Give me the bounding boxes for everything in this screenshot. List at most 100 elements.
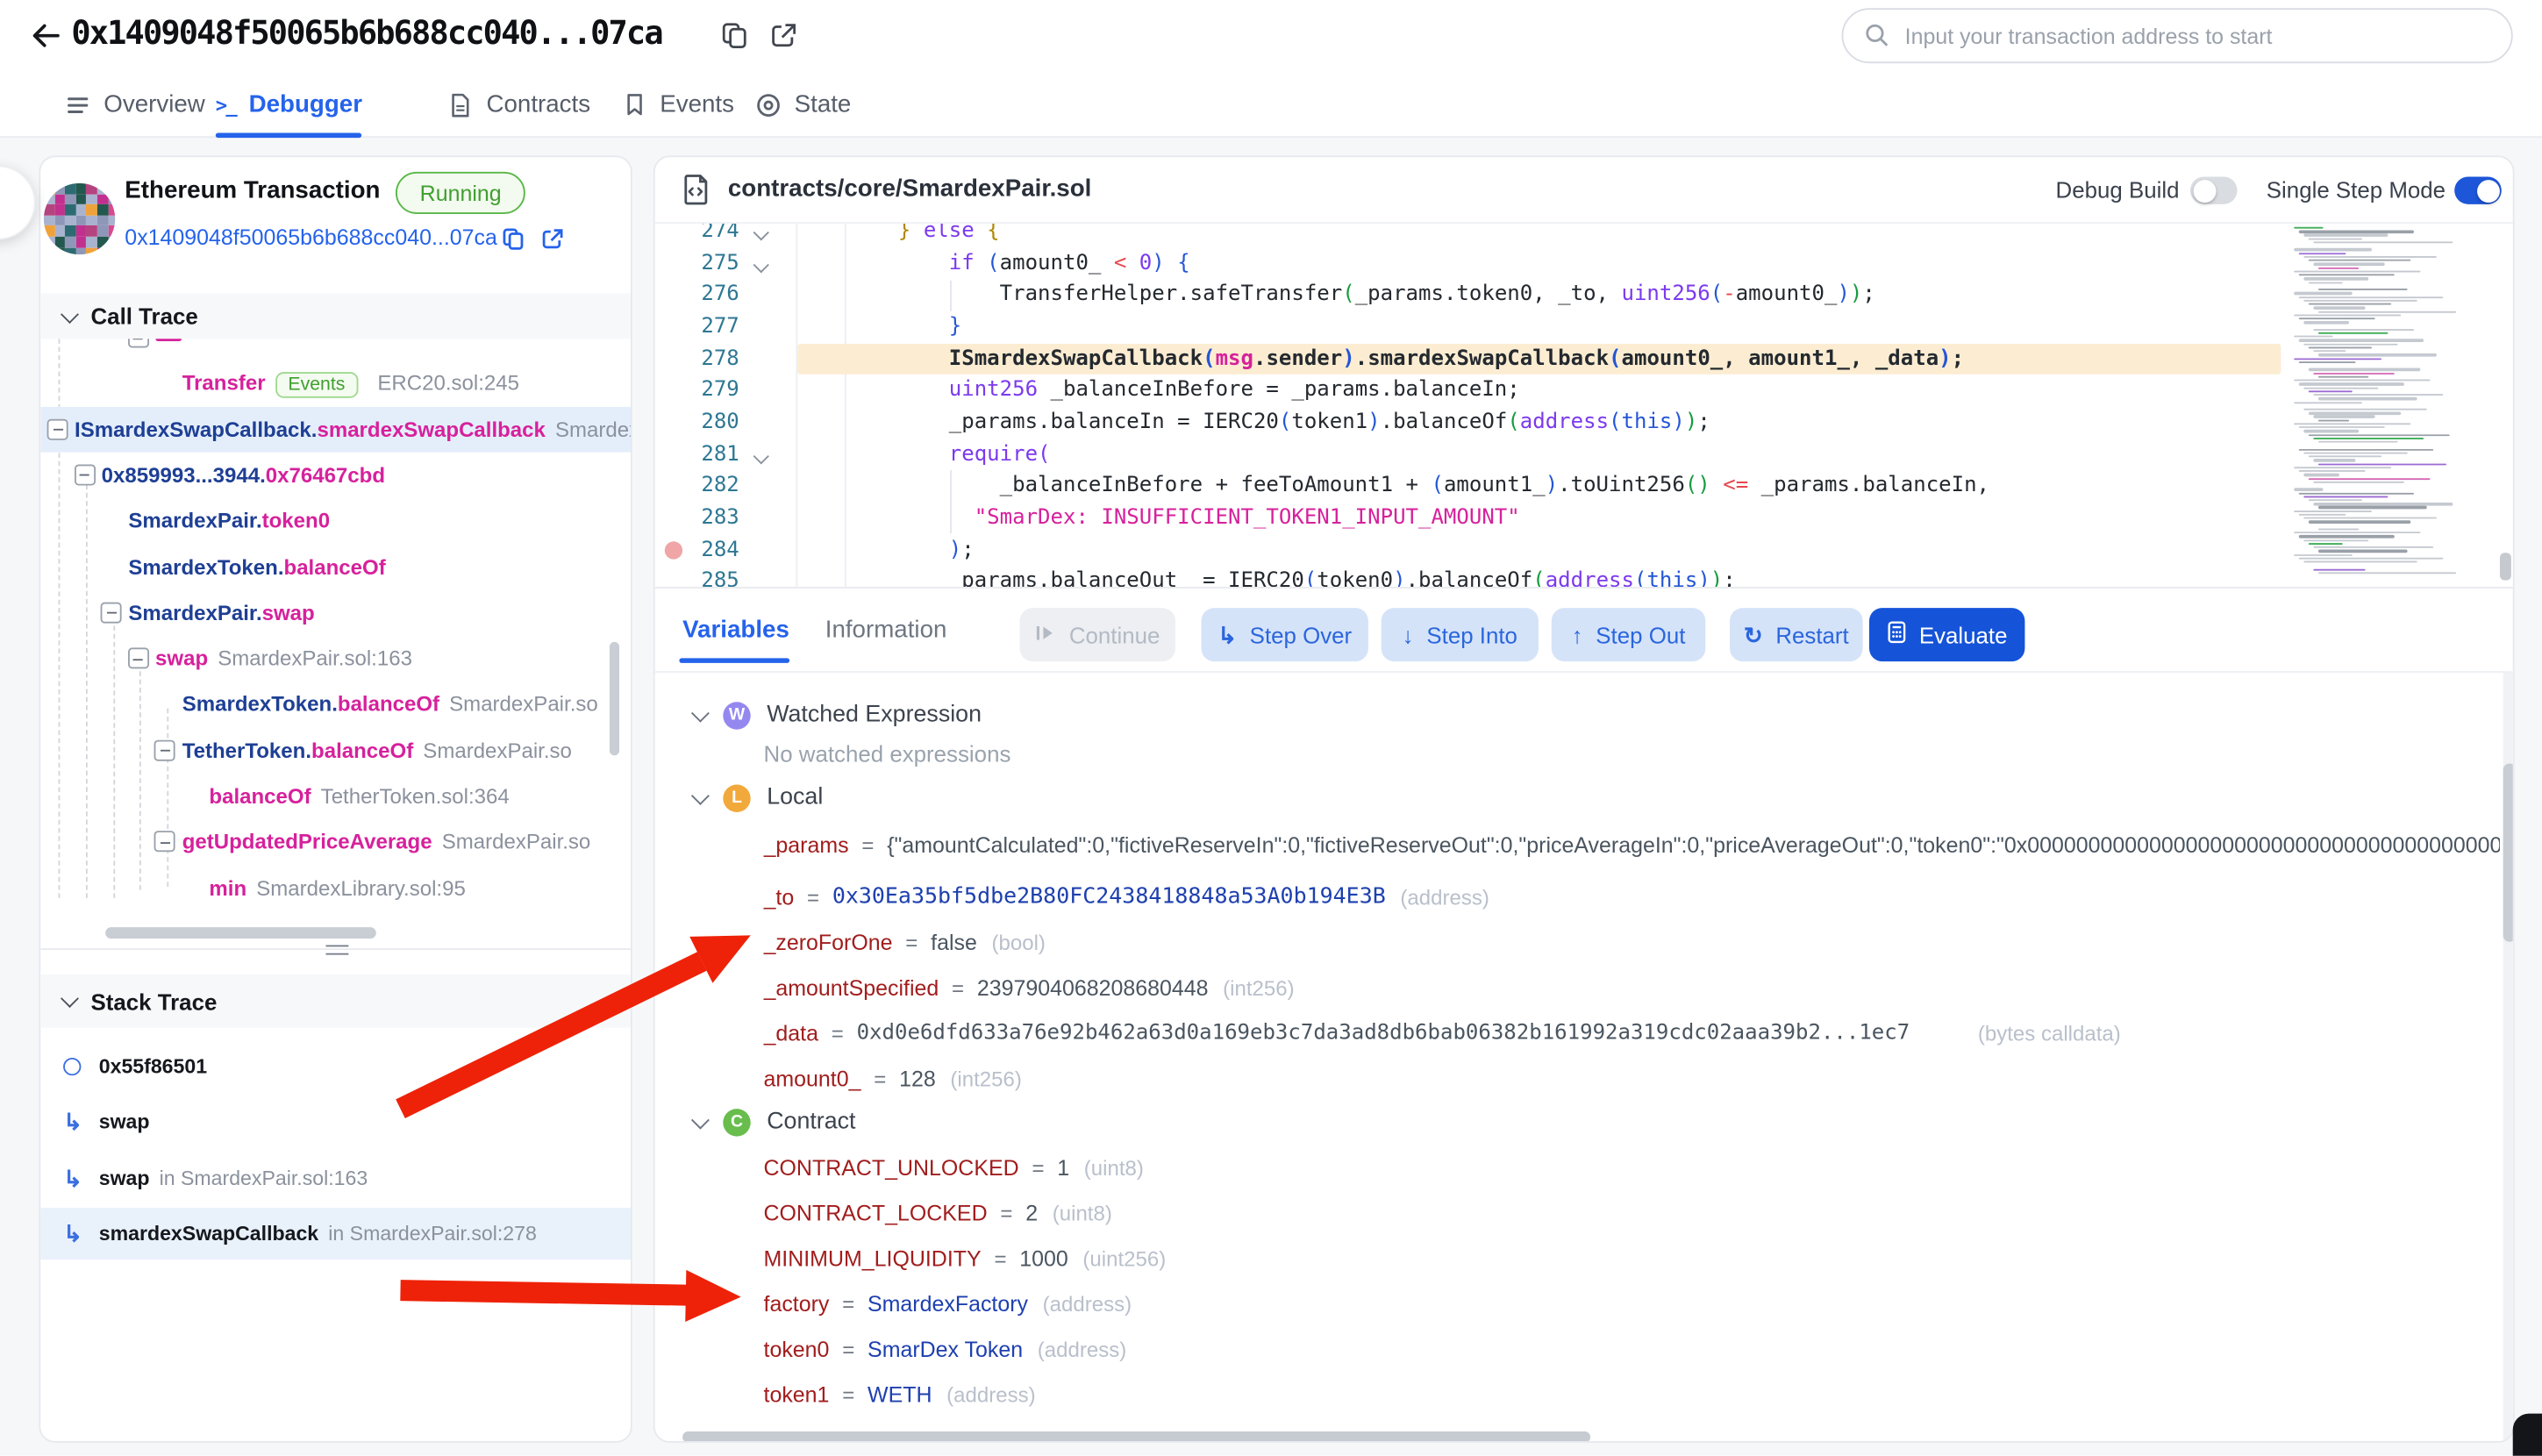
evaluate-button[interactable]: Evaluate	[1869, 608, 2024, 661]
search-box[interactable]	[1842, 8, 2513, 63]
step-out-button[interactable]: ↑Step Out	[1552, 608, 1706, 661]
line-number[interactable]: 274	[661, 224, 739, 247]
step-into-button[interactable]: ↓Step Into	[1382, 608, 1539, 661]
call-trace-header[interactable]: Call Trace	[40, 294, 632, 339]
call-trace-text: swapSmardexPair.sol:163	[155, 646, 412, 671]
call-trace-row[interactable]: SmardexPair.token0	[40, 498, 632, 544]
back-arrow-icon[interactable]	[27, 18, 63, 54]
call-trace-row[interactable]: SmardexPair.swap	[40, 589, 632, 635]
search-input[interactable]	[1905, 24, 2490, 48]
vertical-scrollbar-thumb[interactable]	[2503, 764, 2515, 942]
breakpoint-icon[interactable]	[665, 541, 682, 559]
code-line: 283 "SmarDex: INSUFFICIENT_TOKEN1_INPUT_…	[655, 503, 2281, 534]
tab-overview[interactable]: Overview	[65, 73, 205, 136]
frame-name: smardexSwapCallback	[99, 1223, 318, 1245]
tab-events[interactable]: Events	[623, 73, 734, 136]
horizontal-scrollbar-thumb[interactable]	[682, 1431, 1590, 1443]
corner-widget[interactable]	[2513, 1414, 2542, 1456]
step-over-button[interactable]: ↳Step Over	[1202, 608, 1368, 661]
variable-value: 128	[899, 1066, 936, 1090]
line-number[interactable]: 283	[661, 503, 739, 534]
tab-debugger[interactable]: >_Debugger	[216, 73, 362, 136]
document-icon	[447, 91, 474, 118]
copy-icon[interactable]	[720, 21, 749, 50]
collapse-expander-icon[interactable]	[74, 464, 95, 485]
code-line: 281 require(	[655, 439, 2281, 470]
menu-icon	[65, 91, 91, 118]
call-trace-row[interactable]: swapSmardexPair.sol:163	[40, 636, 632, 682]
line-number[interactable]: 280	[661, 407, 739, 439]
line-number[interactable]: 282	[661, 470, 739, 502]
target-icon	[755, 91, 782, 118]
line-number[interactable]: 279	[661, 375, 739, 407]
debug-build-label: Debug Build	[2056, 176, 2180, 203]
restart-button[interactable]: ↻Restart	[1730, 608, 1863, 661]
vertical-scrollbar-thumb[interactable]	[610, 642, 619, 755]
variable-row-_params[interactable]: _params={"amountCalculated":0,"fictiveRe…	[764, 825, 2500, 864]
step-out-icon: ↑	[1572, 622, 1583, 648]
single-step-mode-toggle[interactable]	[2454, 176, 2502, 203]
call-trace-row[interactable]: SmardexToken.balanceOfSmardexPair.so	[40, 682, 632, 727]
tab-contracts[interactable]: Contracts	[447, 73, 590, 136]
stack-frame-row[interactable]: ↳smardexSwapCallbackin SmardexPair.sol:2…	[40, 1208, 632, 1260]
tab-state[interactable]: State	[755, 73, 851, 136]
line-number[interactable]: 278	[661, 343, 739, 375]
call-trace-row[interactable]: balanceOfTetherToken.sol:364	[40, 774, 632, 819]
call-trace-row[interactable]: getUpdatedPriceAverageSmardexPair.so	[40, 819, 632, 865]
variables-section-w[interactable]: WWatched Expression	[694, 694, 982, 736]
collapse-expander-icon[interactable]	[154, 831, 175, 853]
fold-chevron-icon[interactable]	[753, 225, 769, 240]
call-trace-tree: TransferEventsERC20.sol:245ISmardexSwapC…	[40, 339, 632, 925]
collapse-expander-icon[interactable]	[47, 418, 68, 439]
variables-section-contract[interactable]: CContract	[694, 1101, 855, 1143]
line-number[interactable]: 277	[661, 311, 739, 343]
toolbar-divider	[655, 587, 2515, 589]
tab-information[interactable]: Information	[825, 616, 947, 643]
equals-sign: =	[1000, 1201, 1012, 1225]
app-root: 0x1409048f50065b6b688cc040...07ca Overvi…	[0, 0, 2542, 1456]
line-number[interactable]: 276	[661, 280, 739, 311]
stack-trace-header[interactable]: Stack Trace	[40, 974, 632, 1028]
stack-frame-row[interactable]: ↳swapin SmardexPair.sol:163	[40, 1153, 632, 1204]
collapse-expander-icon[interactable]	[128, 648, 149, 669]
line-number[interactable]: 285	[661, 566, 739, 587]
call-trace-row[interactable]	[40, 339, 632, 360]
debug-build-toggle[interactable]	[2190, 176, 2238, 203]
call-trace-row[interactable]: TransferEventsERC20.sol:245	[40, 360, 632, 406]
fold-chevron-icon[interactable]	[753, 447, 769, 463]
copy-icon[interactable]	[501, 227, 525, 252]
line-number[interactable]: 281	[661, 439, 739, 470]
resize-handle[interactable]	[325, 946, 348, 955]
frame-circle-icon	[63, 1058, 81, 1075]
code-scrollbar-thumb[interactable]	[2500, 553, 2511, 580]
fold-chevron-icon[interactable]	[753, 257, 769, 273]
section-title: Stack Trace	[90, 988, 217, 1014]
collapse-expander-icon[interactable]	[128, 339, 149, 347]
external-link-icon[interactable]	[768, 21, 797, 50]
frame-arrow-icon: ↳	[63, 1110, 82, 1133]
external-link-icon[interactable]	[539, 227, 564, 252]
collapse-expander-icon[interactable]	[101, 602, 122, 623]
code-line: 275 if (amount0_ < 0) {	[655, 247, 2281, 279]
variable-type: (address)	[1400, 884, 1489, 909]
stack-frame-row[interactable]: ↳swap	[40, 1096, 632, 1147]
call-trace-row[interactable]: TetherToken.balanceOfSmardexPair.so	[40, 727, 632, 773]
tab-variables[interactable]: Variables	[682, 616, 789, 643]
variable-type: (address)	[1043, 1291, 1132, 1316]
collapse-expander-icon[interactable]	[154, 739, 175, 760]
transaction-address-link[interactable]: 0x1409048f50065b6b688cc040...07ca	[125, 225, 497, 250]
floating-widget[interactable]	[0, 166, 36, 240]
tab-label: Events	[660, 90, 734, 118]
code-minimap[interactable]	[2281, 224, 2496, 587]
call-trace-row[interactable]: 0x859993...3944.0x76467cbd	[40, 452, 632, 497]
variable-name: _amountSpecified	[764, 975, 939, 1000]
call-trace-row[interactable]: SmardexToken.balanceOf	[40, 544, 632, 589]
call-trace-row[interactable]: ISmardexSwapCallback.smardexSwapCallback…	[40, 406, 632, 452]
variables-section-local[interactable]: LLocal	[694, 776, 823, 818]
variable-name: factory	[764, 1291, 830, 1316]
code-text: "SmarDex: INSUFFICIENT_TOKEN1_INPUT_AMOU…	[898, 503, 1520, 534]
stack-frame-row[interactable]: 0x55f86501	[40, 1041, 632, 1093]
call-trace-row[interactable]: minSmardexLibrary.sol:95	[40, 865, 632, 910]
horizontal-scrollbar-thumb[interactable]	[105, 927, 376, 939]
line-number[interactable]: 275	[661, 247, 739, 279]
